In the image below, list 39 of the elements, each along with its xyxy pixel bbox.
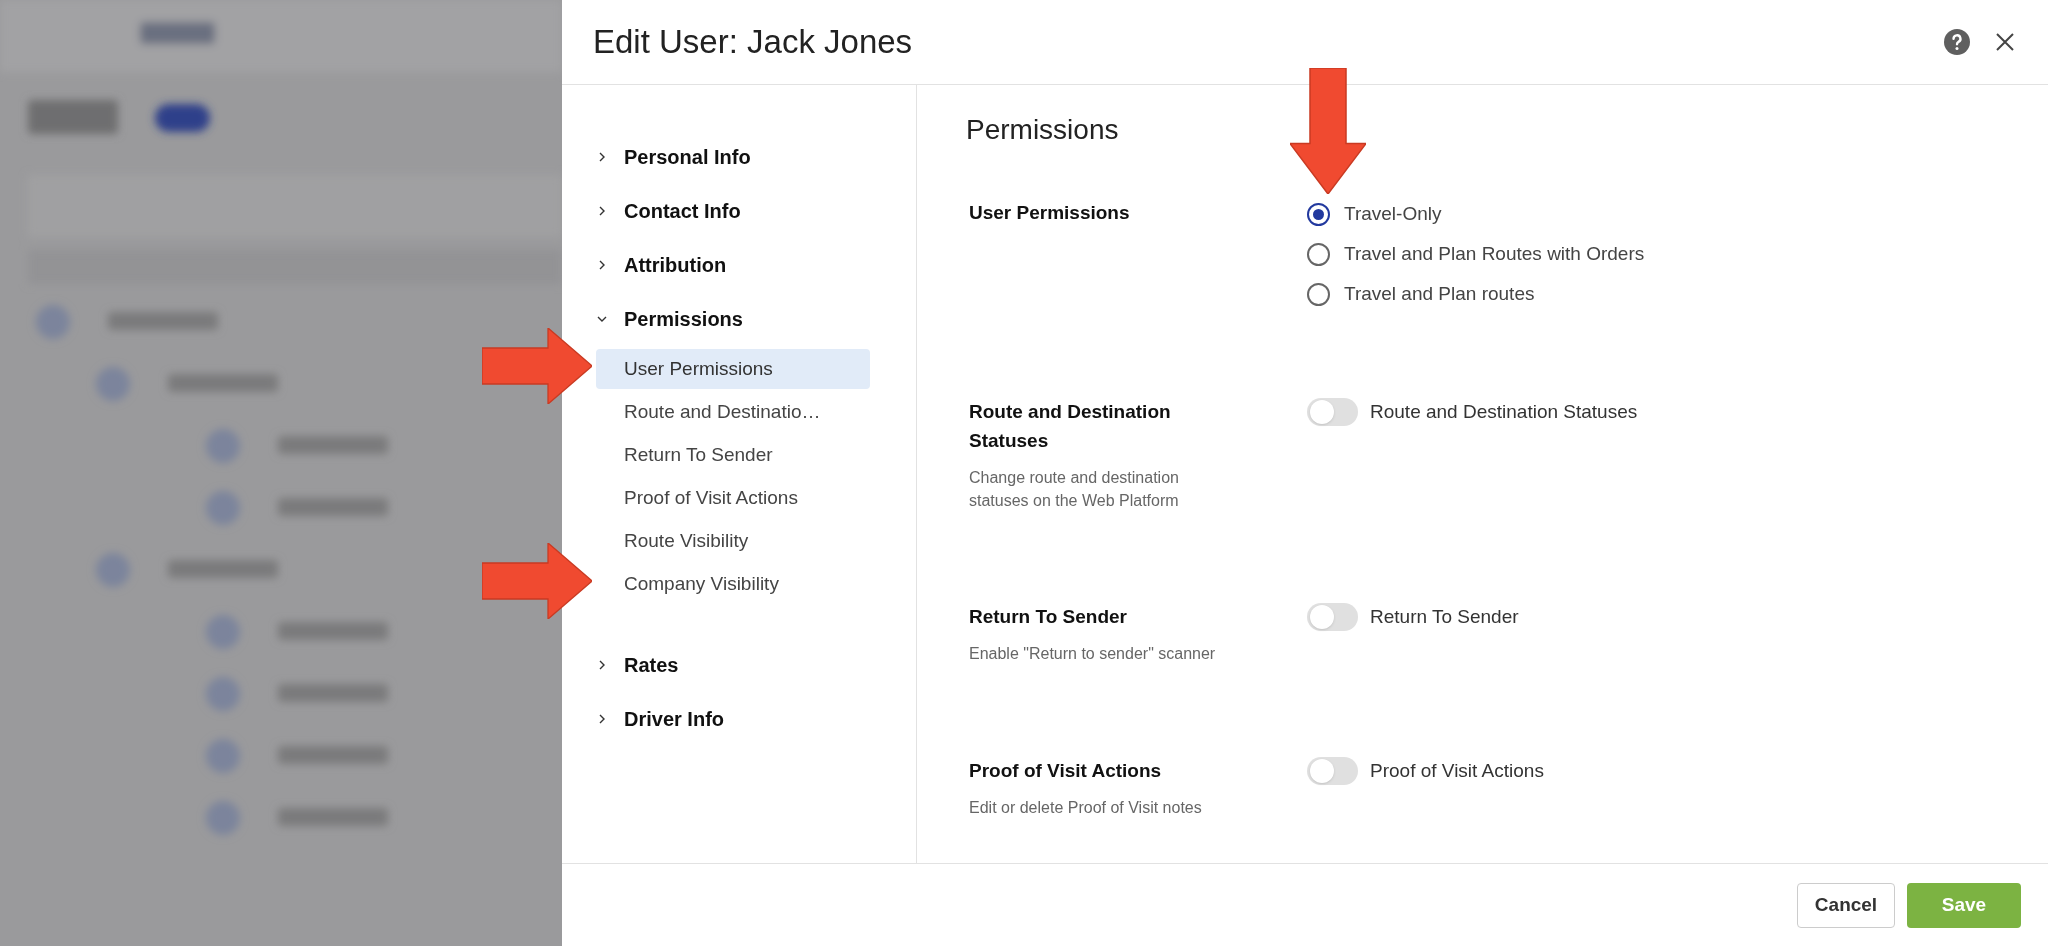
setting-description: Enable "Return to sender" scanner [969,644,1217,664]
nav-section[interactable]: Permissions [596,292,870,346]
radio-button[interactable] [1307,242,1330,266]
nav-item[interactable]: Route Visibility [596,521,870,561]
close-icon[interactable] [1995,32,2015,52]
nav-section[interactable]: Personal Info [596,130,870,184]
toggle-switch[interactable] [1307,603,1358,631]
setting-label: Return To Sender [969,605,1128,629]
nav-section[interactable]: Attribution [596,238,870,292]
dialog-title: Edit User: Jack Jones [593,22,914,63]
nav-section[interactable]: Driver Info [596,692,870,746]
arrow-annotation-icon [482,543,592,619]
setting-description: Edit or delete Proof of Visit notes [969,798,1203,818]
radio-button[interactable] [1307,282,1330,306]
setting-label: Proof of Visit Actions [969,759,1163,783]
radio-option[interactable]: Travel-Only [1307,200,1645,228]
setting-label: User Permissions [969,201,1131,225]
section-title: Permissions [966,113,1120,147]
nav-item[interactable]: Company Visibility [596,564,870,604]
toggle-switch[interactable] [1307,398,1358,426]
toggle-label: Return To Sender [1370,605,1519,629]
radio-option[interactable]: Travel and Plan Routes with Orders [1307,240,1645,268]
toggle-switch[interactable] [1307,757,1358,785]
arrow-annotation-icon [482,328,592,404]
radio-option[interactable]: Travel and Plan routes [1307,280,1645,308]
nav-item[interactable]: User Permissions [596,349,870,389]
radio-button[interactable] [1307,202,1330,226]
cancel-button[interactable]: Cancel [1797,882,1895,928]
nav-item[interactable]: Proof of Visit Actions [596,478,870,518]
setting-label: Route and Destination Statuses [969,400,1172,453]
toggle-label: Proof of Visit Actions [1370,759,1544,783]
toggle-label: Route and Destination Statuses [1370,400,1638,424]
nav-section[interactable]: Contact Info [596,184,870,238]
nav-item[interactable]: Return To Sender [596,435,870,475]
setting-description: Change route and destination statuses on the Web Platform [969,468,1180,511]
nav-section[interactable]: Rates [596,638,870,692]
help-icon[interactable] [1944,29,1970,55]
nav-item[interactable]: Route and Destinatio… [596,392,870,432]
arrow-annotation-icon [1290,68,1366,194]
